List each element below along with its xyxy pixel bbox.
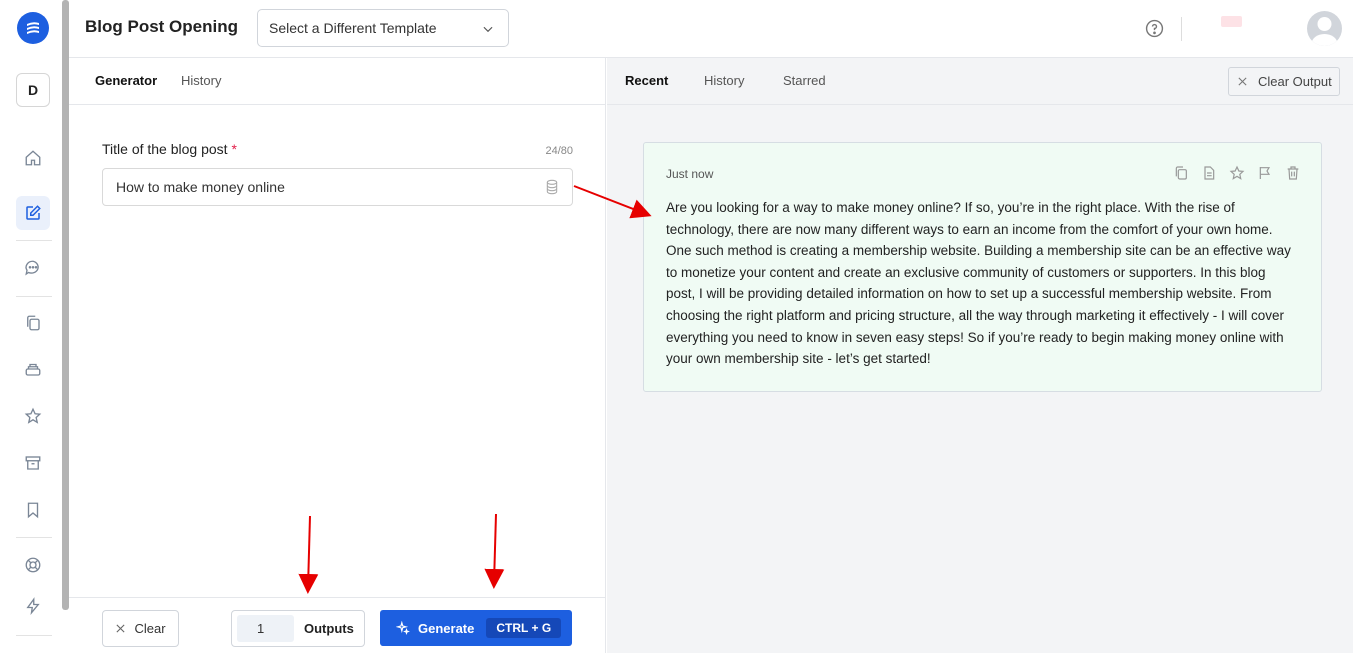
sidebar-item-chat[interactable] bbox=[16, 251, 50, 285]
copy-icon bbox=[27, 315, 40, 331]
output-panel: Recent History Starred Clear Output Just… bbox=[607, 58, 1353, 653]
blog-title-value: How to make money online bbox=[116, 179, 285, 195]
tab-generator[interactable]: Generator bbox=[95, 73, 157, 88]
copy-icon[interactable] bbox=[1173, 165, 1189, 181]
sidebar-item-support[interactable] bbox=[16, 548, 50, 582]
clear-output-label: Clear Output bbox=[1258, 74, 1332, 89]
tab-recent[interactable]: Recent bbox=[625, 73, 668, 88]
logo-icon bbox=[27, 22, 39, 34]
shortcut-badge: CTRL + G bbox=[486, 618, 562, 638]
user-icon bbox=[1311, 17, 1338, 46]
outputs-label: Outputs bbox=[304, 621, 354, 636]
tab-output-history[interactable]: History bbox=[704, 73, 744, 88]
workspace-switcher[interactable]: D bbox=[16, 73, 50, 107]
sparkle-icon bbox=[396, 621, 410, 635]
template-select[interactable]: Select a Different Template bbox=[257, 9, 509, 47]
sidebar-item-starred[interactable] bbox=[16, 399, 50, 433]
output-card: Just now Are you looking for a way to ma… bbox=[643, 142, 1322, 392]
outputs-control: 1 Outputs bbox=[231, 610, 365, 647]
sidebar-item-editor[interactable] bbox=[16, 196, 50, 230]
header-divider bbox=[1181, 17, 1182, 41]
field-label: Title of the blog post * bbox=[102, 141, 237, 157]
output-text: Are you looking for a way to make money … bbox=[666, 200, 1291, 367]
document-icon[interactable] bbox=[1201, 165, 1217, 181]
sidebar-item-archive[interactable] bbox=[16, 446, 50, 480]
generator-panel: Generator History Title of the blog post… bbox=[69, 58, 606, 653]
archive-icon bbox=[25, 456, 41, 470]
sidebar-scrollbar[interactable] bbox=[62, 0, 69, 610]
output-timestamp: Just now bbox=[666, 167, 714, 181]
app: D Blog Post Opening Select a Different T… bbox=[0, 0, 1353, 653]
notification-badge[interactable] bbox=[1221, 16, 1242, 27]
generator-tabs: Generator History bbox=[69, 58, 605, 105]
blog-title-input[interactable]: How to make money online bbox=[102, 168, 573, 206]
help-icon[interactable] bbox=[1145, 19, 1164, 38]
required-mark: * bbox=[231, 141, 237, 157]
trash-icon[interactable] bbox=[1285, 165, 1301, 181]
sidebar-item-documents[interactable] bbox=[16, 306, 50, 340]
generate-button-label: Generate bbox=[418, 620, 475, 636]
output-tabs: Recent History Starred Clear Output bbox=[607, 58, 1353, 105]
star-icon[interactable] bbox=[1229, 165, 1245, 181]
tab-starred[interactable]: Starred bbox=[783, 73, 826, 88]
bookmark-icon bbox=[27, 502, 39, 519]
sidebar-item-templates[interactable] bbox=[16, 352, 50, 386]
sidebar-divider bbox=[16, 296, 52, 297]
avatar[interactable] bbox=[1307, 11, 1342, 46]
layers-icon bbox=[25, 363, 41, 376]
sidebar-item-bookmarks[interactable] bbox=[16, 493, 50, 527]
star-icon bbox=[24, 407, 42, 424]
app-logo[interactable] bbox=[17, 12, 49, 44]
field-label-text: Title of the blog post bbox=[102, 141, 228, 157]
char-count: 24/80 bbox=[545, 145, 573, 157]
sidebar-divider bbox=[16, 635, 52, 636]
lifebuoy-icon bbox=[25, 557, 41, 573]
generator-footer: Clear 1 Outputs Generate CTRL + G bbox=[69, 597, 606, 653]
sidebar-divider bbox=[16, 537, 52, 538]
page-title: Blog Post Opening bbox=[85, 17, 238, 36]
sidebar-divider bbox=[16, 240, 52, 241]
clear-button-label: Clear bbox=[134, 621, 166, 636]
sidebar-item-home[interactable] bbox=[16, 141, 50, 175]
generate-button[interactable]: Generate CTRL + G bbox=[380, 610, 572, 646]
clear-output-button[interactable]: Clear Output bbox=[1228, 67, 1340, 96]
sidebar: D bbox=[0, 0, 62, 653]
home-icon bbox=[25, 150, 41, 166]
close-icon bbox=[1238, 77, 1247, 86]
edit-icon bbox=[26, 205, 41, 220]
flag-icon[interactable] bbox=[1257, 165, 1273, 181]
chat-icon bbox=[25, 260, 39, 276]
chevron-down-icon bbox=[483, 26, 493, 33]
sidebar-item-upgrade[interactable] bbox=[16, 589, 50, 623]
tab-history[interactable]: History bbox=[181, 73, 221, 88]
close-icon bbox=[116, 624, 126, 633]
clear-button[interactable]: Clear bbox=[102, 610, 179, 647]
database-icon[interactable] bbox=[544, 179, 560, 195]
bolt-icon bbox=[26, 597, 40, 615]
outputs-input[interactable]: 1 bbox=[237, 615, 294, 642]
template-select-label: Select a Different Template bbox=[269, 20, 437, 36]
top-header: Blog Post Opening Select a Different Tem… bbox=[69, 0, 1353, 58]
card-actions bbox=[1173, 165, 1301, 181]
